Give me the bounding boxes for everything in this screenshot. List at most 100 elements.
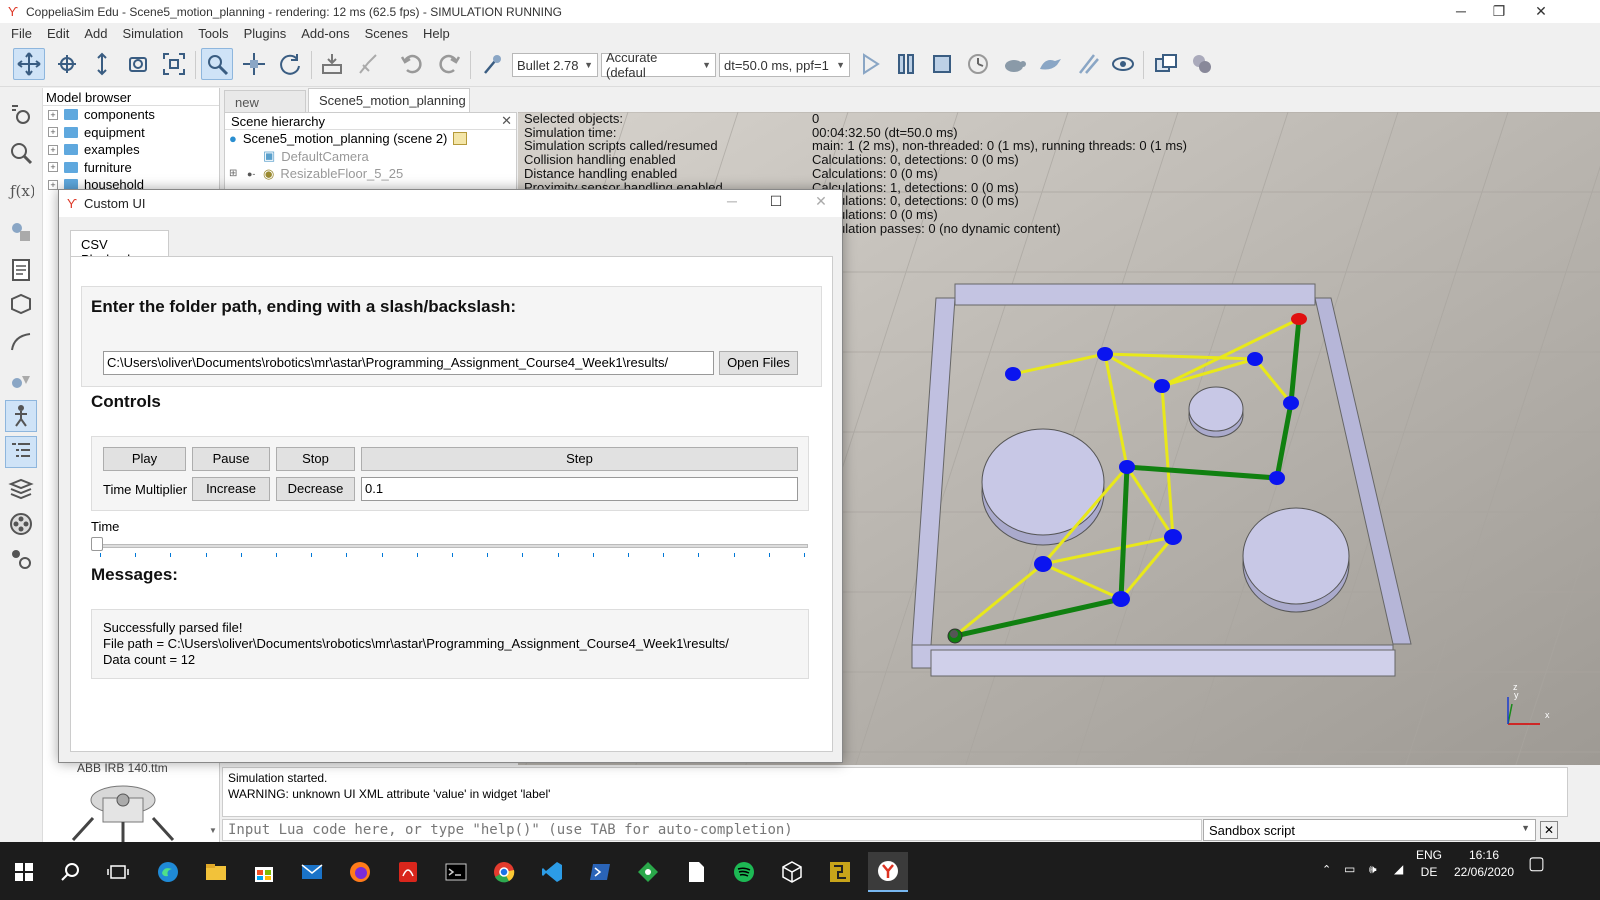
close-button[interactable]: ✕ [806, 193, 836, 210]
hierarchy-row-floor[interactable]: ⊞ ●- ◉ ResizableFloor_5_25 [225, 165, 516, 183]
network-icon[interactable]: ◢ [1394, 861, 1403, 878]
simulation-settings-icon[interactable] [5, 99, 37, 131]
scene-hierarchy-icon[interactable] [5, 436, 37, 468]
file-explorer-icon[interactable] [196, 852, 236, 892]
fit-to-view-icon[interactable] [158, 48, 190, 80]
menu-scenes[interactable]: Scenes [358, 26, 416, 41]
menu-add[interactable]: Add [77, 26, 115, 41]
script-icon[interactable] [453, 132, 468, 146]
object-properties-icon[interactable] [5, 137, 37, 169]
chrome-icon[interactable] [484, 852, 524, 892]
real-time-icon[interactable] [962, 48, 994, 80]
undo-icon[interactable] [396, 48, 428, 80]
hierarchy-row-scene[interactable]: ● Scene5_motion_planning (scene 2) [225, 130, 516, 148]
transfer-dna-icon[interactable] [352, 48, 384, 80]
script-target-select[interactable]: Sandbox script ▼ [1203, 819, 1536, 841]
maximize-button[interactable]: ❐ [1476, 0, 1522, 23]
stop-simulation-icon[interactable] [926, 48, 958, 80]
menu-tools[interactable]: Tools [191, 26, 236, 41]
thread-rendering-icon[interactable] [1071, 48, 1103, 80]
scene-selector-icon[interactable] [1186, 48, 1218, 80]
hierarchy-row-camera[interactable]: ▣ DefaultCamera [225, 148, 516, 166]
model-folder-furniture[interactable]: + furniture [43, 159, 219, 177]
close-button[interactable]: ✕ [1518, 0, 1564, 23]
clock[interactable]: 16:16 22/06/2020 [1451, 847, 1517, 881]
maximize-button[interactable]: ☐ [761, 193, 791, 210]
shape-edit-icon[interactable] [5, 288, 37, 320]
store-icon[interactable] [244, 852, 284, 892]
firefox-icon[interactable] [340, 852, 380, 892]
pause-simulation-icon[interactable] [890, 48, 922, 80]
engine-accuracy-select[interactable]: Accurate (defaul ▼ [601, 50, 716, 80]
git-client-icon[interactable] [628, 852, 668, 892]
path-edit-icon[interactable] [5, 325, 37, 357]
close-icon[interactable]: ✕ [501, 113, 512, 129]
matlab-icon[interactable] [820, 852, 860, 892]
assemble-icon[interactable] [316, 48, 348, 80]
camera-shift-icon[interactable] [86, 48, 118, 80]
layers-icon[interactable] [5, 472, 37, 504]
speed-up-icon[interactable] [1034, 48, 1066, 80]
powershell-icon[interactable] [580, 852, 620, 892]
tab-csv-playback[interactable]: CSV Playback [70, 230, 169, 267]
input-language-indicator[interactable]: ENG DE [1416, 847, 1442, 881]
redo-icon[interactable] [433, 48, 465, 80]
page-selector-icon[interactable] [1150, 48, 1182, 80]
expand-icon[interactable]: + [48, 162, 58, 173]
menu-file[interactable]: File [4, 26, 40, 41]
search-icon[interactable] [51, 852, 91, 892]
model-browser-icon[interactable] [5, 400, 37, 432]
scroll-down-icon[interactable]: ▼ [207, 826, 219, 838]
menu-edit[interactable]: Edit [40, 26, 77, 41]
expand-icon[interactable]: + [48, 127, 58, 138]
pause-button[interactable]: Pause [192, 447, 270, 471]
3d-viewer-icon[interactable] [772, 852, 812, 892]
spotify-icon[interactable] [724, 852, 764, 892]
scripts-icon[interactable] [5, 254, 37, 286]
close-icon[interactable]: ✕ [1540, 821, 1558, 839]
vscode-icon[interactable] [532, 852, 572, 892]
model-folder-components[interactable]: + components [43, 106, 219, 124]
time-slider-track[interactable] [96, 544, 808, 548]
menu-simulation[interactable]: Simulation [116, 26, 192, 41]
lua-command-input[interactable]: Input Lua code here, or type "help()" (u… [222, 819, 1202, 841]
minimize-button[interactable]: ─ [717, 193, 747, 209]
folder-path-input[interactable]: C:\Users\oliver\Documents\robotics\mr\as… [103, 351, 714, 375]
slow-down-icon[interactable] [998, 48, 1030, 80]
camera-angle-icon[interactable] [122, 48, 154, 80]
dynamics-toggle-icon[interactable] [476, 48, 508, 80]
open-files-button[interactable]: Open Files [719, 351, 798, 375]
calculation-modules-icon[interactable]: ƒ(x) [5, 174, 37, 206]
camera-rotate-icon[interactable] [51, 48, 83, 80]
expand-icon[interactable]: + [48, 109, 58, 120]
menu-addons[interactable]: Add-ons [294, 26, 357, 41]
physics-engine-select[interactable]: Bullet 2.78 ▼ [512, 53, 598, 77]
object-shift-icon[interactable] [238, 48, 270, 80]
visualization-toggle-icon[interactable] [1107, 48, 1139, 80]
expand-icon[interactable]: + [48, 179, 58, 190]
start-simulation-icon[interactable] [854, 48, 886, 80]
task-view-icon[interactable] [98, 852, 138, 892]
object-rotate-icon[interactable] [274, 48, 306, 80]
coppeliasim-taskbar-icon[interactable] [868, 852, 908, 892]
expand-icon[interactable]: + [48, 144, 58, 155]
click-select-icon[interactable] [201, 48, 233, 80]
windows-start-icon[interactable] [4, 852, 44, 892]
menu-plugins[interactable]: Plugins [237, 26, 295, 41]
selection-icon[interactable] [5, 365, 37, 397]
timestep-select[interactable]: dt=50.0 ms, ppf=1 ▼ [719, 53, 850, 77]
video-recorder-icon[interactable] [5, 508, 37, 540]
expand-icon[interactable]: ⊞ [229, 168, 247, 179]
edge-browser-icon[interactable] [148, 852, 188, 892]
step-button[interactable]: Step [361, 447, 798, 471]
decrease-button[interactable]: Decrease [276, 477, 355, 501]
show-hidden-icons-icon[interactable]: ⌃ [1322, 862, 1331, 879]
terminal-icon[interactable] [436, 852, 476, 892]
battery-icon[interactable]: ▭ [1344, 861, 1355, 878]
time-slider-handle[interactable] [91, 537, 103, 551]
pdf-reader-icon[interactable] [388, 852, 428, 892]
document-icon[interactable] [676, 852, 716, 892]
tab-new-scene[interactable]: new scene [224, 90, 306, 125]
play-button[interactable]: Play [103, 447, 186, 471]
volume-icon[interactable]: 🕪 [1369, 861, 1377, 878]
